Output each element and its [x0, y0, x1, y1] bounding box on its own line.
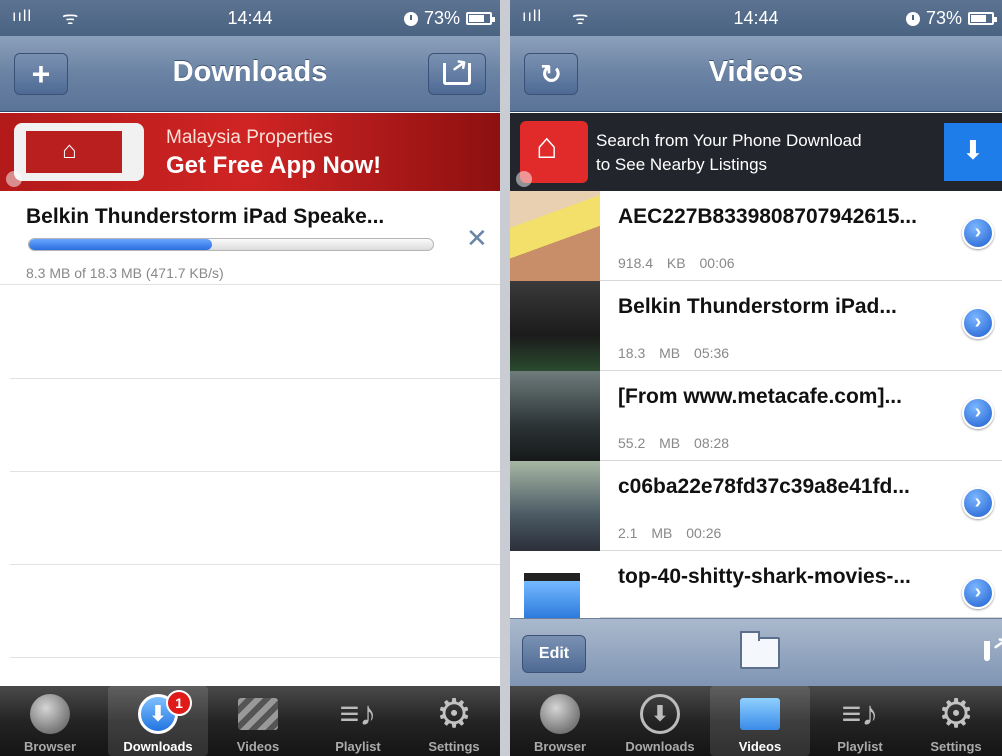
new-folder-icon[interactable]: [740, 631, 780, 669]
video-meta: 918.4 KB 00:06: [618, 255, 735, 271]
video-row[interactable]: top-40-shitty-shark-movies-... ›: [510, 551, 1002, 641]
video-row[interactable]: c06ba22e78fd37c39a8e41fd... 2.1 MB 00:26…: [510, 461, 1002, 551]
playlist-icon: ≡♪: [841, 695, 879, 733]
empty-row-divider: [10, 657, 500, 658]
globe-icon: [30, 694, 70, 734]
tab-playlist[interactable]: ≡♪ Playlist: [810, 686, 910, 756]
downloads-badge: 1: [166, 690, 192, 716]
share-icon: [984, 641, 990, 661]
tab-bar: Browser ⬇ Downloads Videos ≡♪ Playlist ⚙…: [510, 686, 1002, 756]
disclosure-chevron-icon[interactable]: ›: [962, 577, 994, 609]
tab-settings[interactable]: ⚙ Settings: [906, 686, 1002, 756]
ad-line-1: Search from Your Phone Download: [596, 131, 862, 150]
navigation-bar: ↻ Videos: [510, 36, 1002, 112]
video-row[interactable]: [From www.metacafe.com]... 55.2 MB 08:28…: [510, 371, 1002, 461]
gear-icon: ⚙: [436, 692, 472, 736]
ad-cta: Get Free App Now!: [166, 152, 382, 179]
download-item[interactable]: Belkin Thunderstorm iPad Speake... 8.3 M…: [0, 191, 500, 285]
video-title: c06ba22e78fd37c39a8e41fd...: [618, 475, 910, 498]
download-icon: ⬇: [640, 694, 680, 734]
share-button[interactable]: [984, 641, 990, 661]
video-meta: 2.1 MB 00:26: [618, 525, 722, 541]
tab-settings[interactable]: ⚙ Settings: [404, 686, 500, 756]
video-row[interactable]: AEC227B8339808707942615... 918.4 KB 00:0…: [510, 191, 1002, 281]
gear-icon: ⚙: [938, 692, 974, 736]
battery-percent: 73%: [423, 8, 460, 28]
downloads-screen: ııll ᯤ 14:44 73% + Downloads Malaysia Pr…: [0, 0, 500, 756]
battery-icon: [968, 12, 997, 25]
tab-browser[interactable]: Browser: [510, 686, 610, 756]
disclosure-chevron-icon[interactable]: ›: [962, 307, 994, 339]
playlist-icon: ≡♪: [339, 695, 377, 733]
status-bar: ııll ᯤ 14:44 73%: [510, 0, 1002, 36]
download-status: 8.3 MB of 18.3 MB (471.7 KB/s): [26, 265, 224, 281]
status-bar: ııll ᯤ 14:44 73%: [0, 0, 500, 36]
video-thumbnail: [510, 281, 600, 371]
alarm-icon: [403, 11, 418, 26]
battery-group: 73%: [403, 8, 495, 29]
ad-phone-image: [14, 123, 144, 181]
ad-banner[interactable]: Search from Your Phone Download to See N…: [510, 113, 1002, 191]
download-title: Belkin Thunderstorm iPad Speake...: [26, 205, 385, 228]
empty-row-divider: [10, 378, 500, 379]
ad-line-2: to See Nearby Listings: [596, 155, 768, 174]
clapperboard-icon: [238, 698, 278, 730]
video-row[interactable]: Belkin Thunderstorm iPad... 18.3 MB 05:3…: [510, 281, 1002, 371]
tab-downloads[interactable]: ⬇ 1 Downloads: [108, 686, 208, 756]
alarm-icon: [905, 11, 920, 26]
screen-divider: [500, 0, 510, 756]
tab-browser[interactable]: Browser: [0, 686, 100, 756]
video-thumbnail: [510, 371, 600, 461]
tab-videos[interactable]: Videos: [710, 686, 810, 756]
video-thumbnail: [510, 461, 600, 551]
globe-icon: [540, 694, 580, 734]
page-title: Downloads: [172, 56, 328, 88]
cancel-download-icon[interactable]: ✕: [466, 223, 488, 254]
tab-videos[interactable]: Videos: [208, 686, 308, 756]
edit-button[interactable]: Edit: [522, 635, 586, 673]
video-meta: 18.3 MB 05:36: [618, 345, 730, 361]
disclosure-chevron-icon[interactable]: ›: [962, 487, 994, 519]
page-title: Videos: [708, 56, 804, 88]
battery-group: 73%: [905, 8, 997, 29]
video-meta: 55.2 MB 08:28: [618, 435, 730, 451]
ad-headline: Malaysia Properties: [166, 127, 333, 148]
video-title: AEC227B8339808707942615...: [618, 205, 917, 228]
video-title: top-40-shitty-shark-movies-...: [618, 565, 911, 588]
video-thumbnail: [510, 191, 600, 281]
tab-downloads[interactable]: ⬇ Downloads: [610, 686, 710, 756]
tab-bar: Browser ⬇ 1 Downloads Videos ≡♪ Playlist…: [0, 686, 500, 756]
disclosure-chevron-icon[interactable]: ›: [962, 217, 994, 249]
disclosure-chevron-icon[interactable]: ›: [962, 397, 994, 429]
ad-download-button[interactable]: [944, 123, 1002, 181]
video-title: [From www.metacafe.com]...: [618, 385, 902, 408]
videos-screen: ııll ᯤ 14:44 73% ↻ Videos Search from Yo…: [510, 0, 1002, 756]
empty-row-divider: [10, 564, 500, 565]
share-icon: [443, 63, 471, 85]
clapperboard-icon: [740, 698, 780, 730]
battery-icon: [466, 12, 495, 25]
share-button[interactable]: [428, 53, 486, 95]
ad-banner[interactable]: Malaysia Properties Get Free App Now!: [0, 113, 500, 191]
video-title: Belkin Thunderstorm iPad...: [618, 295, 897, 318]
empty-row-divider: [10, 471, 500, 472]
ad-info-icon[interactable]: [516, 171, 532, 187]
download-progress-fill: [29, 239, 213, 250]
download-progress-bar: [28, 238, 434, 251]
navigation-bar: + Downloads: [0, 36, 500, 112]
video-toolbar: Edit: [510, 618, 1002, 686]
ad-info-icon[interactable]: [6, 171, 22, 187]
battery-percent: 73%: [925, 8, 962, 28]
tab-playlist[interactable]: ≡♪ Playlist: [308, 686, 408, 756]
